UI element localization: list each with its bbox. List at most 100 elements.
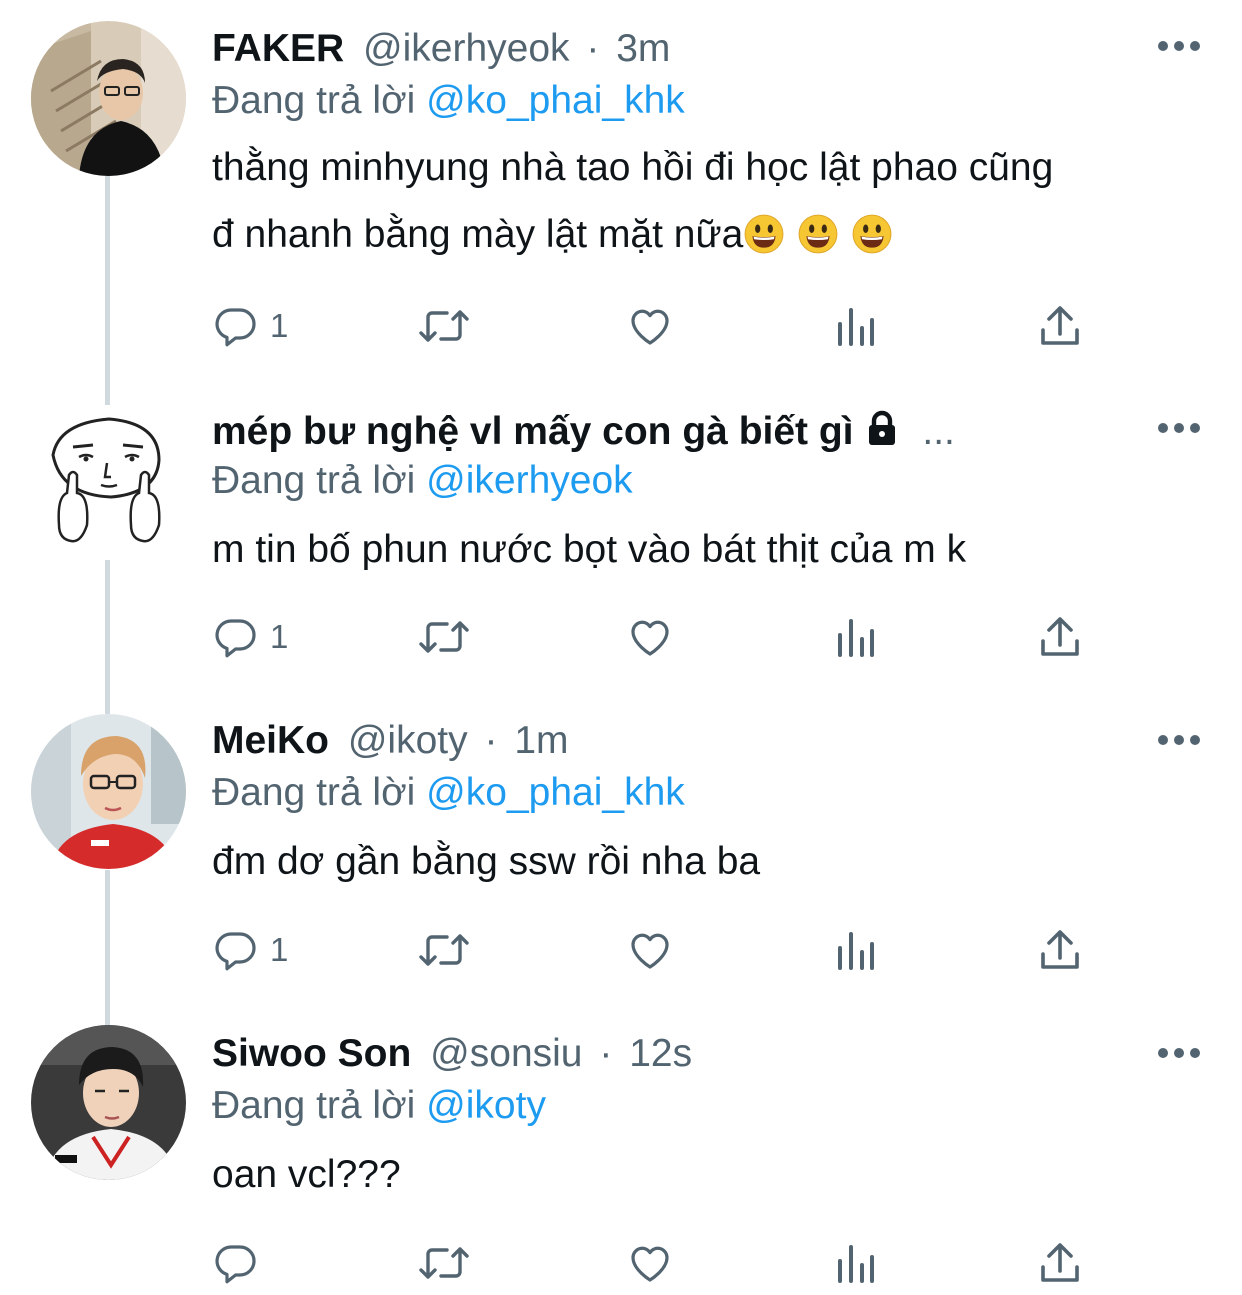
action-bar bbox=[212, 1238, 1112, 1288]
grinning-face-emoji bbox=[798, 214, 838, 254]
tweet-text-line-2: đ nhanh bằng mày lật mặt nữa bbox=[212, 201, 1202, 268]
action-bar: 1 bbox=[212, 612, 1112, 662]
replying-to: Đang trả lời @ko_phai_khk bbox=[212, 770, 685, 816]
heart-icon bbox=[631, 933, 669, 969]
reply-count: 1 bbox=[270, 931, 289, 968]
share-icon bbox=[1041, 930, 1079, 969]
replying-label: Đang trả lời bbox=[212, 459, 416, 502]
handle[interactable]: @sonsiu bbox=[430, 1032, 582, 1075]
like-button[interactable] bbox=[626, 1238, 674, 1288]
views-button[interactable] bbox=[836, 612, 876, 662]
reply-button[interactable]: 1 bbox=[212, 301, 288, 351]
tweet-4[interactable]: Siwoo Son @sonsiu · 12s Đang trả lời @ik… bbox=[0, 1015, 1242, 1295]
tweet-header: Siwoo Son @sonsiu · 12s bbox=[212, 1031, 1152, 1077]
tweet-text: oan vcl??? bbox=[212, 1141, 1202, 1208]
reply-icon bbox=[215, 1245, 256, 1284]
tweet-text-line: oan vcl??? bbox=[212, 1153, 401, 1196]
heart-icon bbox=[631, 1246, 669, 1282]
replying-to: Đang trả lời @ikoty bbox=[212, 1083, 546, 1129]
timestamp[interactable]: 12s bbox=[629, 1032, 692, 1075]
tweet-header: mép bư nghệ vl mấy con gà biết gì ... bbox=[212, 408, 1152, 454]
more-icon[interactable] bbox=[1158, 730, 1200, 750]
avatar[interactable] bbox=[31, 405, 186, 560]
replying-label: Đang trả lời bbox=[212, 1084, 416, 1127]
retweet-icon bbox=[419, 934, 469, 966]
avatar[interactable] bbox=[31, 714, 186, 869]
tweet-header: MeiKo @ikoty · 1m bbox=[212, 718, 1152, 764]
display-name[interactable]: mép bư nghệ vl mấy con gà biết gì bbox=[212, 410, 854, 453]
avatar[interactable] bbox=[31, 1025, 186, 1180]
more-icon[interactable] bbox=[1158, 36, 1200, 56]
retweet-icon bbox=[419, 621, 469, 653]
reply-icon bbox=[215, 932, 256, 971]
display-name[interactable]: MeiKo bbox=[212, 719, 329, 762]
tweet-text-line: đ nhanh bằng mày lật mặt nữa bbox=[212, 213, 744, 256]
thread-line bbox=[105, 870, 110, 1015]
thread-line bbox=[105, 702, 110, 714]
display-name[interactable]: FAKER bbox=[212, 27, 344, 70]
retweet-icon bbox=[419, 310, 469, 342]
timestamp[interactable]: 1m bbox=[514, 719, 568, 762]
replying-handle-link[interactable]: @ikerhyeok bbox=[426, 459, 633, 502]
reply-count: 1 bbox=[270, 307, 289, 344]
truncation-ellipsis: ... bbox=[922, 410, 955, 453]
views-button[interactable] bbox=[836, 301, 876, 351]
like-button[interactable] bbox=[626, 925, 674, 975]
handle[interactable]: @ikerhyeok bbox=[363, 27, 570, 70]
more-icon[interactable] bbox=[1158, 418, 1200, 438]
share-icon bbox=[1041, 306, 1079, 345]
display-name[interactable]: Siwoo Son bbox=[212, 1032, 411, 1075]
share-button[interactable] bbox=[1038, 925, 1082, 975]
grinning-face-emoji bbox=[744, 214, 784, 254]
reply-count: 1 bbox=[270, 618, 289, 655]
more-icon[interactable] bbox=[1158, 1043, 1200, 1063]
retweet-button[interactable] bbox=[416, 612, 472, 662]
action-bar: 1 bbox=[212, 301, 1112, 351]
retweet-button[interactable] bbox=[416, 925, 472, 975]
tweet-text-line: thằng minhyung nhà tao hồi đi học lật ph… bbox=[212, 146, 1054, 189]
reply-button[interactable]: 1 bbox=[212, 925, 288, 975]
tweet-text: đm dơ gần bằng ssw rồi nha ba bbox=[212, 828, 1202, 895]
views-button[interactable] bbox=[836, 925, 876, 975]
lock-icon bbox=[868, 410, 895, 445]
views-button[interactable] bbox=[836, 1238, 876, 1288]
reply-button[interactable]: 1 bbox=[212, 612, 288, 662]
replying-handle-link[interactable]: @ko_phai_khk bbox=[426, 771, 685, 814]
tweet-3[interactable]: MeiKo @ikoty · 1m Đang trả lời @ko_phai_… bbox=[0, 702, 1242, 1015]
handle[interactable]: @ikoty bbox=[348, 719, 468, 762]
reply-button[interactable] bbox=[212, 1238, 270, 1288]
tweet-1[interactable]: FAKER @ikerhyeok · 3m Đang trả lời @ko_p… bbox=[0, 0, 1242, 390]
timestamp[interactable]: 3m bbox=[616, 27, 670, 70]
separator: · bbox=[586, 27, 600, 70]
like-button[interactable] bbox=[626, 301, 674, 351]
action-bar: 1 bbox=[212, 925, 1112, 975]
tweet-text-line: m tin bố phun nước bọt vào bát thịt của … bbox=[212, 528, 967, 571]
reply-icon bbox=[215, 619, 256, 658]
thread-line bbox=[105, 176, 110, 390]
analytics-icon bbox=[838, 308, 874, 346]
tweet-2[interactable]: mép bư nghệ vl mấy con gà biết gì ... Đa… bbox=[0, 390, 1242, 702]
share-button[interactable] bbox=[1038, 1238, 1082, 1288]
replying-to: Đang trả lời @ikerhyeok bbox=[212, 458, 633, 504]
tweet-text-line: đm dơ gần bằng ssw rồi nha ba bbox=[212, 840, 761, 883]
retweet-button[interactable] bbox=[416, 1238, 472, 1288]
share-button[interactable] bbox=[1038, 612, 1082, 662]
separator: · bbox=[599, 1032, 613, 1075]
heart-icon bbox=[631, 309, 669, 345]
avatar[interactable] bbox=[31, 21, 186, 176]
analytics-icon bbox=[838, 932, 874, 970]
tweet-text: thằng minhyung nhà tao hồi đi học lật ph… bbox=[212, 134, 1202, 268]
analytics-icon bbox=[838, 619, 874, 657]
replying-handle-link[interactable]: @ko_phai_khk bbox=[426, 79, 685, 122]
thread-line bbox=[105, 560, 110, 702]
retweet-icon bbox=[419, 1247, 469, 1279]
heart-icon bbox=[631, 620, 669, 656]
retweet-button[interactable] bbox=[416, 301, 472, 351]
thread-line bbox=[105, 1015, 110, 1025]
replying-handle-link[interactable]: @ikoty bbox=[426, 1084, 546, 1127]
replying-label: Đang trả lời bbox=[212, 79, 416, 122]
separator: · bbox=[484, 719, 498, 762]
share-button[interactable] bbox=[1038, 301, 1082, 351]
like-button[interactable] bbox=[626, 612, 674, 662]
analytics-icon bbox=[838, 1245, 874, 1283]
